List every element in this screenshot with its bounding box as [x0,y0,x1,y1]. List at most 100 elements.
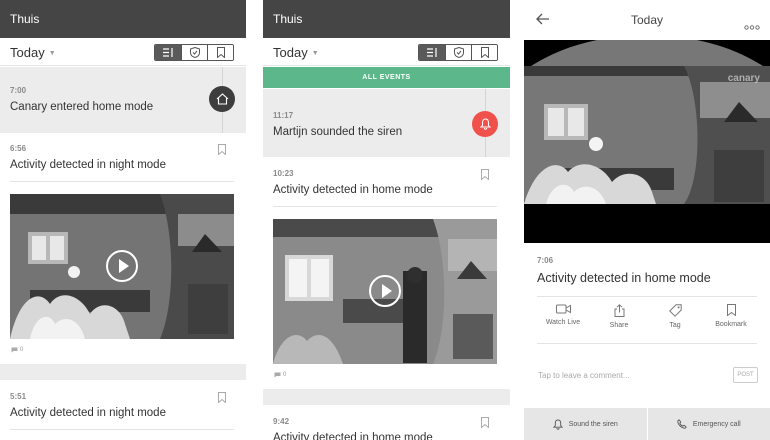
share-label: Share [609,322,629,329]
event-item: 11:17 Martijn sounded the siren [273,111,402,138]
canary-watermark: canary [727,73,760,84]
security-filter-button[interactable] [181,45,207,60]
filter-bar: Today ▼ [0,38,246,66]
comment-count-value: 0 [20,347,24,353]
bookmark-button[interactable] [479,168,491,180]
event-time: 6:56 [10,144,27,153]
bookmark-filter-button[interactable] [471,45,497,60]
event-item[interactable]: 10:23 Activity detected in home mode [273,169,433,196]
event-description: Activity detected in home mode [273,432,433,440]
divider [10,429,234,430]
bell-icon [552,418,563,430]
list-icon [426,48,437,57]
event-description: Activity detected in night mode [10,159,166,171]
divider [273,206,497,207]
event-item: 7:00 Canary entered home mode [10,86,153,113]
bookmark-icon [481,168,489,180]
sound-siren-button[interactable]: Sound the siren [524,408,648,440]
comment-icon [11,347,18,353]
video-frame-image [524,40,770,243]
event-description: Activity detected in home mode [537,271,711,285]
emergency-call-button[interactable]: Emergency call [648,408,770,440]
app-header: Thuis [0,0,246,38]
comment-count: 0 [274,372,286,378]
play-icon[interactable] [106,250,138,282]
timeline-screen-2: Thuis Today ▼ ALL EVENTS 11:17 Martijn so… [263,0,510,440]
event-details: 7:06 Activity detected in home mode [537,256,711,285]
video-camera-icon [555,304,571,314]
event-item[interactable]: 5:51 Activity detected in night mode [10,392,166,419]
shield-icon [189,47,200,58]
event-item[interactable]: 9:42 Activity detected in home mode [273,417,433,440]
comment-count: 0 [11,347,23,353]
emergency-call-label: Emergency call [692,420,741,428]
app-header: Thuis [263,0,510,38]
event-time: 7:00 [10,86,27,95]
bookmark-icon [218,391,226,403]
divider [10,181,234,182]
bookmark-button[interactable] [216,391,228,403]
action-bar: Watch Live Share Tag Bookmark [538,304,756,329]
tag-button[interactable]: Tag [650,304,700,329]
date-filter-label: Today [10,45,45,60]
event-time: 5:51 [10,392,27,401]
bookmark-button[interactable]: Bookmark [706,304,756,329]
view-toggle [154,44,234,61]
home-icon [216,93,228,105]
bookmark-icon [218,143,226,155]
date-filter-dropdown[interactable]: Today ▼ [273,45,319,60]
caret-down-icon: ▼ [48,50,56,57]
caret-down-icon: ▼ [311,50,319,57]
bookmark-button[interactable] [479,416,491,428]
event-item[interactable]: 6:56 Activity detected in night mode [10,144,166,171]
tag-label: Tag [669,322,681,329]
home-mode-badge [209,86,235,112]
bookmark-filter-button[interactable] [207,45,233,60]
bookmark-icon [726,304,736,316]
event-time: 7:06 [537,256,554,265]
siren-badge [472,111,498,137]
share-button[interactable]: Share [594,304,644,329]
section-separator [263,389,510,405]
watch-live-button[interactable]: Watch Live [538,304,588,329]
tag-icon [668,304,682,317]
video-thumbnail[interactable] [10,194,234,339]
timeline-screen-1: Thuis Today ▼ 7:00 Canary entered home mo… [0,0,246,440]
security-filter-button[interactable] [445,45,471,60]
all-events-banner[interactable]: ALL EVENTS [263,67,510,88]
list-icon [162,48,173,57]
share-icon [614,304,624,317]
bottom-action-bar: Sound the siren Emergency call [524,408,770,440]
list-view-button[interactable] [419,45,445,60]
event-detail-screen: Today canary 7:06 Activity detected in h… [524,0,770,440]
filter-bar: Today ▼ [263,38,510,66]
event-time: 9:42 [273,417,290,426]
phone-icon [677,419,687,429]
event-time: 10:23 [273,169,294,178]
shield-icon [453,47,464,58]
watch-live-label: Watch Live [545,319,581,326]
sound-siren-label: Sound the siren [568,420,618,428]
more-options-button[interactable] [744,17,760,35]
post-button[interactable]: POST [733,367,758,383]
location-title: Thuis [10,12,40,26]
bookmark-icon [216,47,225,58]
play-icon[interactable] [369,275,401,307]
bookmark-button[interactable] [216,143,228,155]
event-description: Activity detected in home mode [273,184,433,196]
video-thumbnail[interactable] [273,219,497,364]
detail-title: Today [630,13,664,27]
divider [537,296,757,297]
list-view-button[interactable] [155,45,181,60]
more-icon [744,25,760,30]
bell-icon [479,118,491,130]
video-player[interactable]: canary [524,40,770,243]
event-description: Martijn sounded the siren [273,126,403,138]
bookmark-icon [480,47,489,58]
event-description: Canary entered home mode [10,101,154,113]
event-description: Activity detected in night mode [10,407,166,419]
comment-input[interactable]: Tap to leave a comment... [538,371,630,380]
date-filter-dropdown[interactable]: Today ▼ [10,45,56,60]
view-toggle [418,44,498,61]
date-filter-label: Today [273,45,308,60]
